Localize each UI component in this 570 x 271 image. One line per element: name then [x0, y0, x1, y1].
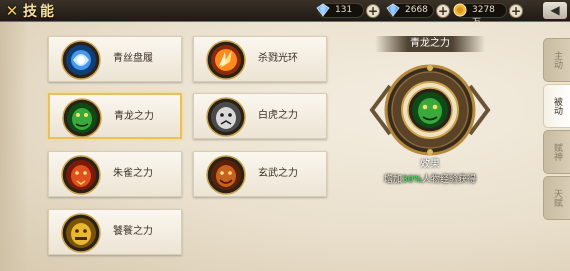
bound-diamond-icon: [386, 3, 400, 17]
xuanwu-power-icon: [206, 155, 246, 195]
effect-desc-prefix: 增加: [383, 175, 402, 185]
tab-label: 天赋: [552, 189, 562, 207]
top-bar: ✕ 技能 131 + 2668 + 3278万 + ◀: [0, 0, 570, 28]
bound-diamond-value: 2668: [405, 5, 428, 15]
qinglong-power-icon: [62, 98, 102, 138]
add-bound-diamond-button[interactable]: +: [436, 3, 450, 18]
tab-active-skills[interactable]: 主动: [543, 38, 570, 82]
add-diamond-button[interactable]: +: [366, 3, 380, 18]
back-button[interactable]: ◀: [543, 2, 567, 19]
gold-value: 3278万: [472, 5, 495, 28]
skill-card-qingsi-panlv[interactable]: 青丝盘履: [48, 36, 182, 82]
diamond-icon: [316, 3, 330, 17]
tab-label: 赋神: [552, 143, 562, 161]
gold-counter: 3278万: [453, 3, 507, 28]
resource-bound-diamond: 2668 +: [386, 2, 450, 19]
skill-card-xuanwu-power[interactable]: 玄武之力: [193, 151, 327, 197]
skill-label: 青丝盘履: [113, 53, 153, 64]
effect-desc-suffix: 人物经验获得: [422, 175, 477, 185]
skill-label: 朱雀之力: [113, 168, 153, 179]
skill-card-taotie-power[interactable]: 饕餮之力: [48, 209, 182, 255]
shalu-guanghuan-icon: [206, 40, 246, 80]
skill-label: 青龙之力: [114, 111, 154, 122]
left-decoration: [0, 22, 28, 271]
skill-label: 饕餮之力: [113, 226, 153, 237]
detail-title: 青龙之力: [375, 36, 485, 52]
gold-coin-icon: [453, 3, 467, 17]
tab-label: 主动: [552, 51, 562, 69]
tab-passive-skills[interactable]: 被动: [543, 84, 570, 128]
skill-label: 杀戮光环: [258, 53, 298, 64]
add-gold-button[interactable]: +: [509, 3, 523, 18]
tab-label: 被动: [552, 97, 562, 115]
title-area: ✕ 技能: [4, 1, 57, 21]
taotie-power-icon: [61, 213, 101, 253]
effect-label: 效果: [420, 159, 440, 170]
zhuque-power-icon: [61, 155, 101, 195]
bound-diamond-counter: 2668: [386, 3, 434, 18]
skill-card-zhuque-power[interactable]: 朱雀之力: [48, 151, 182, 197]
page-title: 技能: [23, 4, 57, 20]
qingsi-panlv-icon: [61, 40, 101, 80]
skill-card-qinglong-power[interactable]: 青龙之力: [48, 93, 182, 139]
skill-label: 白虎之力: [258, 110, 298, 121]
skill-card-shalu-guanghuan[interactable]: 杀戮光环: [193, 36, 327, 82]
baihu-power-icon: [206, 97, 246, 137]
diamond-value: 131: [335, 5, 353, 15]
resource-gold: 3278万 +: [453, 2, 523, 28]
effect-description: 增加30%人物经验获得: [350, 172, 510, 185]
skill-card-baihu-power[interactable]: 白虎之力: [193, 93, 327, 139]
effect-desc-value: 30%: [401, 175, 422, 185]
skill-label: 玄武之力: [258, 168, 298, 179]
tab-fushen[interactable]: 赋神: [543, 130, 570, 174]
qinglong-medal-icon: [369, 64, 491, 156]
resource-diamond: 131 +: [316, 2, 380, 19]
tab-talent[interactable]: 天赋: [543, 176, 570, 220]
close-button[interactable]: ✕: [4, 3, 20, 19]
diamond-counter: 131: [316, 3, 364, 18]
